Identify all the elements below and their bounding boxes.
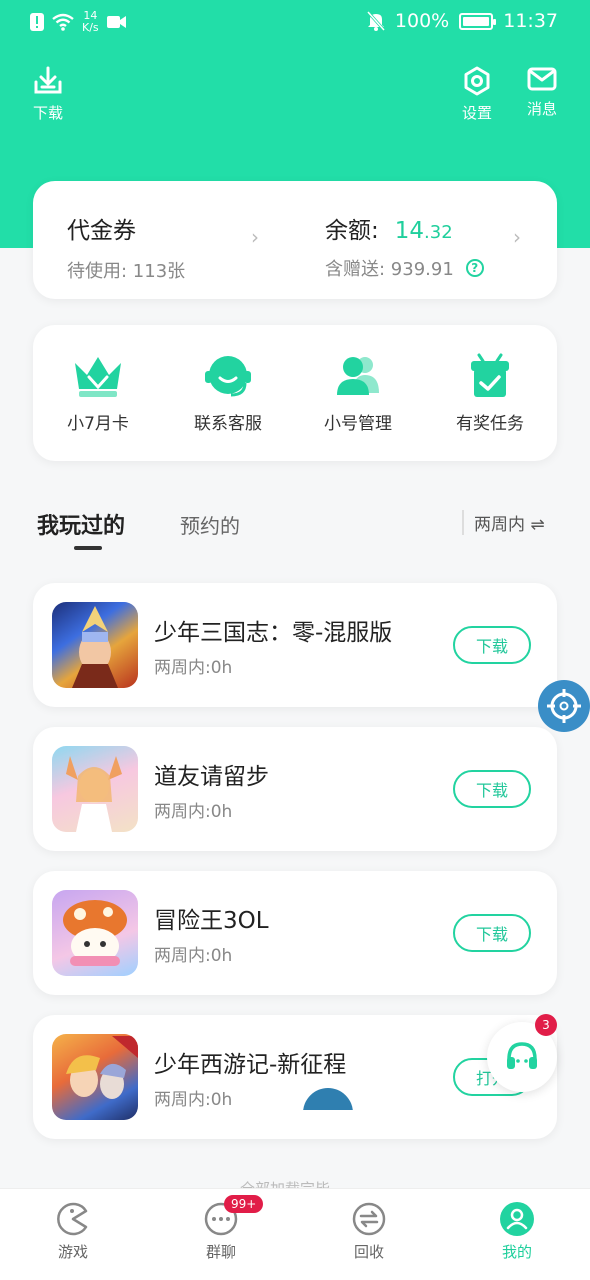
download-game-button[interactable]: 下载 bbox=[453, 626, 531, 664]
feature-monthly-card[interactable]: 小7月卡 bbox=[38, 353, 158, 434]
exchange-icon bbox=[352, 1202, 386, 1236]
balance-value: 14 bbox=[394, 218, 425, 244]
battery-percent: 100% bbox=[394, 10, 450, 32]
status-bar: 14 K/s 100% 11:37 bbox=[0, 0, 590, 44]
download-button[interactable]: 下载 bbox=[18, 66, 78, 123]
voucher-title: 代金券 bbox=[67, 218, 136, 244]
battery-icon bbox=[459, 12, 497, 30]
messages-label: 消息 bbox=[526, 100, 557, 118]
nav-group-chat[interactable]: 群聊 99+ bbox=[176, 1195, 266, 1262]
nav-label: 游戏 bbox=[57, 1243, 88, 1261]
wifi-icon bbox=[52, 13, 74, 31]
game-card[interactable]: 道友请留步 两周内:0h 下载 bbox=[33, 727, 557, 851]
balance-label: 余额: bbox=[325, 218, 379, 244]
feature-label: 小号管理 bbox=[324, 414, 392, 434]
game-card[interactable]: 冒险王3OL 两周内:0h 下载 bbox=[33, 871, 557, 995]
feature-label: 小7月卡 bbox=[67, 414, 129, 434]
nav-label: 群聊 bbox=[205, 1243, 236, 1261]
game-name: 少年西游记-新征程 bbox=[154, 1052, 347, 1078]
chevron-right-icon: › bbox=[251, 225, 259, 249]
wallet-card: 代金券 待使用: 113张 › 余额: 14.32 含赠送: 939.91 ? … bbox=[33, 181, 557, 299]
unread-badge: 99+ bbox=[224, 1195, 264, 1213]
feature-label: 有奖任务 bbox=[456, 414, 524, 434]
nav-label: 我的 bbox=[501, 1243, 532, 1261]
nav-recycle[interactable]: 回收 bbox=[324, 1201, 414, 1262]
voucher-pending: 待使用: 113张 bbox=[67, 261, 186, 282]
game-playtime: 两周内:0h bbox=[154, 1090, 233, 1110]
download-game-button[interactable]: 下载 bbox=[453, 914, 531, 952]
games-tabs: 我玩过的 预约的 两周内 ⇌ bbox=[0, 500, 590, 560]
game-name: 冒险王3OL bbox=[154, 908, 269, 934]
game-playtime: 两周内:0h bbox=[154, 946, 233, 966]
settings-button[interactable]: 设置 bbox=[447, 66, 507, 123]
floating-widget-partial[interactable] bbox=[303, 1088, 353, 1110]
headphones-icon bbox=[507, 1042, 537, 1069]
user-icon bbox=[500, 1202, 534, 1236]
download-icon bbox=[34, 66, 62, 94]
bottom-navigation: 游戏 群聊 99+ 回收 我的 bbox=[0, 1188, 590, 1280]
net-speed: 14 K/s bbox=[82, 9, 99, 34]
game-thumbnail bbox=[52, 746, 138, 832]
nav-mine[interactable]: 我的 bbox=[472, 1201, 562, 1262]
nav-label: 回收 bbox=[353, 1243, 384, 1261]
floating-assistant-button[interactable] bbox=[538, 680, 590, 732]
gift-balance: 含赠送: 939.91 bbox=[325, 259, 454, 280]
voucher-section[interactable]: 代金券 待使用: 113张 bbox=[67, 211, 185, 283]
settings-label: 设置 bbox=[461, 104, 492, 122]
nav-games[interactable]: 游戏 bbox=[28, 1201, 118, 1262]
chevron-right-icon: › bbox=[513, 225, 521, 249]
game-name: 道友请留步 bbox=[154, 764, 269, 790]
gift-icon bbox=[471, 353, 509, 397]
game-thumbnail bbox=[52, 1034, 138, 1120]
users-icon bbox=[337, 357, 379, 395]
time-filter[interactable]: 两周内 ⇌ bbox=[462, 510, 545, 535]
feature-label: 联系客服 bbox=[194, 414, 262, 434]
balance-section[interactable]: 余额: 14.32 含赠送: 939.91 ? bbox=[325, 211, 484, 281]
game-playtime: 两周内:0h bbox=[154, 658, 233, 678]
game-name: 少年三国志：零-混服版 bbox=[154, 620, 393, 646]
help-icon[interactable]: ? bbox=[465, 259, 484, 277]
active-tab-indicator bbox=[74, 546, 102, 550]
gear-icon bbox=[464, 66, 490, 96]
feature-customer-service[interactable]: 联系客服 bbox=[168, 353, 288, 434]
headset-icon bbox=[205, 356, 251, 397]
mail-icon bbox=[527, 67, 557, 91]
feature-account-management[interactable]: 小号管理 bbox=[298, 353, 418, 434]
game-card[interactable]: 少年三国志：零-混服版 两周内:0h 下载 bbox=[33, 583, 557, 707]
video-icon bbox=[106, 16, 126, 28]
feature-reward-tasks[interactable]: 有奖任务 bbox=[430, 353, 550, 434]
game-thumbnail bbox=[52, 602, 138, 688]
download-label: 下载 bbox=[32, 104, 63, 122]
game-thumbnail bbox=[52, 890, 138, 976]
game-playtime: 两周内:0h bbox=[154, 802, 233, 822]
download-game-button[interactable]: 下载 bbox=[453, 770, 531, 808]
balance-decimal: .32 bbox=[424, 222, 453, 243]
tab-played[interactable]: 我玩过的 bbox=[37, 508, 125, 540]
pacman-icon bbox=[57, 1202, 88, 1236]
alert-icon bbox=[30, 13, 44, 31]
game-card[interactable]: 少年西游记-新征程 两周内:0h 打开 bbox=[33, 1015, 557, 1139]
tab-reserved[interactable]: 预约的 bbox=[180, 510, 240, 539]
notification-badge: 3 bbox=[535, 1014, 557, 1036]
feature-shortcuts: 小7月卡 联系客服 小号管理 有奖任务 bbox=[33, 325, 557, 461]
mute-bell-icon bbox=[366, 11, 385, 31]
crown-icon bbox=[75, 357, 121, 397]
clock: 11:37 bbox=[503, 10, 558, 32]
messages-button[interactable]: 消息 bbox=[512, 66, 572, 119]
crosshair-icon bbox=[547, 689, 581, 723]
